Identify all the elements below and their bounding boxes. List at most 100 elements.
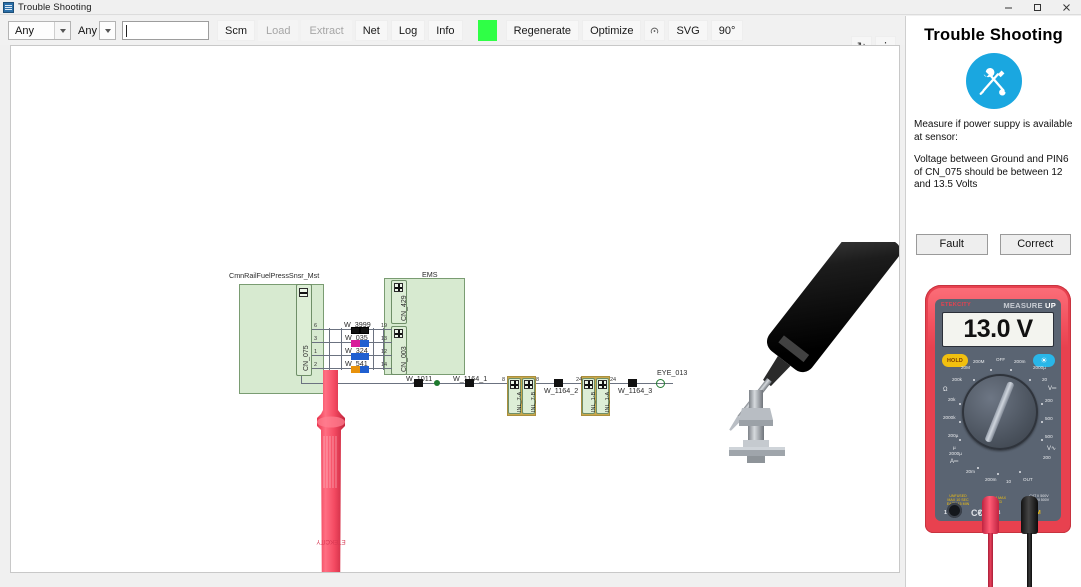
connector-inl1a-symbol xyxy=(598,380,607,389)
tagline-light: MEASURE xyxy=(1003,301,1046,310)
harness-bracket xyxy=(341,328,342,370)
window-controls xyxy=(994,0,1081,15)
wrench-screwdriver-icon xyxy=(965,53,1022,109)
panel-button-row: Fault Correct xyxy=(914,233,1073,255)
load-button[interactable]: Load xyxy=(258,20,299,41)
window-title: Trouble Shooting xyxy=(18,1,92,13)
dial-label-off: OFF xyxy=(996,357,1006,362)
extract-button[interactable]: Extract xyxy=(301,20,352,41)
red-lead-plug[interactable] xyxy=(982,496,999,534)
dial-label-adc: A═ xyxy=(950,459,959,465)
panel-icon-wrap xyxy=(914,53,1073,109)
pin-number: 24 xyxy=(610,377,617,383)
print-icon[interactable] xyxy=(644,20,666,41)
fault-button[interactable]: Fault xyxy=(916,233,988,255)
dial-dot xyxy=(1041,403,1043,405)
dial-dot xyxy=(973,379,975,381)
splice-marker xyxy=(414,379,423,387)
ground-bus-line xyxy=(301,383,673,384)
pin-number: 24 xyxy=(576,377,583,383)
regenerate-button[interactable]: Regenerate xyxy=(505,20,580,41)
instruction-line-1: Measure if power suppy is available at s… xyxy=(914,119,1073,143)
ground-node xyxy=(434,380,440,386)
jack-10a[interactable] xyxy=(947,503,962,518)
multimeter-tagline: MEASURE UP xyxy=(1003,301,1056,310)
net-button[interactable]: Net xyxy=(354,20,388,41)
dial-label-500dc: 500 xyxy=(1045,416,1053,421)
black-test-probe xyxy=(729,242,899,463)
splice-marker xyxy=(554,379,563,387)
dial-label-200m-ohm: 200M xyxy=(973,359,985,364)
schematic-canvas[interactable]: CmnRailFuelPressSnsr_Mst CN_075 EMS CN_4… xyxy=(10,45,900,573)
close-button[interactable] xyxy=(1052,0,1081,15)
instruction-line-2: Voltage between Ground and PIN6 of CN_07… xyxy=(914,154,1069,190)
digital-multimeter: ETEKCITY MEASURE UP 13.0 V HOLD ☀ OFF 20… xyxy=(925,285,1071,587)
filter-dropdown-2[interactable]: Any xyxy=(76,21,116,40)
app-window-icon xyxy=(3,1,14,13)
dial-label-20: 20 xyxy=(1042,377,1048,382)
panel-title: Trouble Shooting xyxy=(924,26,1063,44)
dial-label-200mv: 200m xyxy=(1014,359,1026,364)
scm-button[interactable]: Scm xyxy=(217,20,255,41)
dial-dot xyxy=(990,369,992,371)
dial-label-vac: V∿ xyxy=(1047,446,1057,452)
dial-label-20m: 20M xyxy=(961,365,970,370)
dial-dot xyxy=(959,403,961,405)
black-lead-plug[interactable] xyxy=(1021,496,1038,534)
wire-w1164-3-label: W_1164_3 xyxy=(618,386,653,395)
dial-dot xyxy=(1041,439,1043,441)
connector-cn003-symbol xyxy=(394,329,403,338)
red-lead-wire xyxy=(988,533,993,587)
dial-label-ohm: Ω xyxy=(943,387,948,393)
dial-dot xyxy=(1010,369,1012,371)
sensor-block-label: CmnRailFuelPressSnsr_Mst xyxy=(229,271,320,280)
svg-button[interactable]: SVG xyxy=(668,20,708,41)
log-button[interactable]: Log xyxy=(390,20,426,41)
multimeter-lcd: 13.0 V xyxy=(942,312,1054,347)
dial-label-u: µ xyxy=(953,445,956,450)
dial-label-500ac: 500 xyxy=(1045,434,1053,439)
connector-inl7b-symbol xyxy=(524,380,533,389)
eyelet-eye013[interactable] xyxy=(656,379,665,388)
optimize-button[interactable]: Optimize xyxy=(582,20,642,41)
connector-cn429-symbol xyxy=(394,283,403,292)
connector-cn075-symbol xyxy=(299,288,308,297)
dial-dot xyxy=(1019,471,1021,473)
connector-inl1a-label: INL_1-A xyxy=(605,391,611,412)
app-window: Trouble Shooting Any Any Scm Load Extrac… xyxy=(0,0,1081,587)
multimeter-reading: 13.0 V xyxy=(963,315,1033,343)
black-lead-wire xyxy=(1027,533,1032,587)
svg-text:ETEKCITY: ETEKCITY xyxy=(316,538,345,544)
ce-mark: C€ xyxy=(971,508,983,518)
dial-label-out: OUT xyxy=(1023,477,1033,482)
tagline-bold: UP xyxy=(1045,301,1056,310)
ground-bus-drop xyxy=(301,376,302,384)
filter-dropdown-1-value: Any xyxy=(15,24,34,37)
filter-dropdown-1[interactable]: Any xyxy=(8,21,71,40)
chevron-down-icon xyxy=(54,22,70,39)
dial-dot xyxy=(1029,379,1031,381)
multimeter-brand-row: ETEKCITY MEASURE UP xyxy=(935,301,1061,312)
dial-dot xyxy=(1041,421,1043,423)
connector-cn075-label: CN_075 xyxy=(303,345,310,371)
rotate-button[interactable]: 90° xyxy=(710,20,744,41)
correct-button[interactable]: Correct xyxy=(999,233,1071,255)
dial-label-200ma: 200m xyxy=(985,477,997,482)
dial-dot xyxy=(977,467,979,469)
search-input[interactable] xyxy=(122,21,209,40)
dial-label-20k: 20k xyxy=(948,397,956,402)
dial-label-vdc: V═ xyxy=(1048,386,1057,392)
maximize-button[interactable] xyxy=(1023,0,1052,15)
splice-marker xyxy=(465,379,474,387)
dial-label-200k: 200k xyxy=(952,377,962,382)
dial-dot xyxy=(997,473,999,475)
multimeter-brand: ETEKCITY xyxy=(941,302,972,308)
rotary-dial[interactable] xyxy=(962,374,1038,450)
wire-w1164-2-label: W_1164_2 xyxy=(544,386,579,395)
dial-label-200u: 200µ xyxy=(948,433,959,438)
minimize-button[interactable] xyxy=(994,0,1023,15)
dial-label-2000k: 2000k xyxy=(943,415,956,420)
titlebar: Trouble Shooting xyxy=(0,0,1081,15)
harness-bracket xyxy=(383,328,384,370)
info-button[interactable]: Info xyxy=(428,20,463,41)
